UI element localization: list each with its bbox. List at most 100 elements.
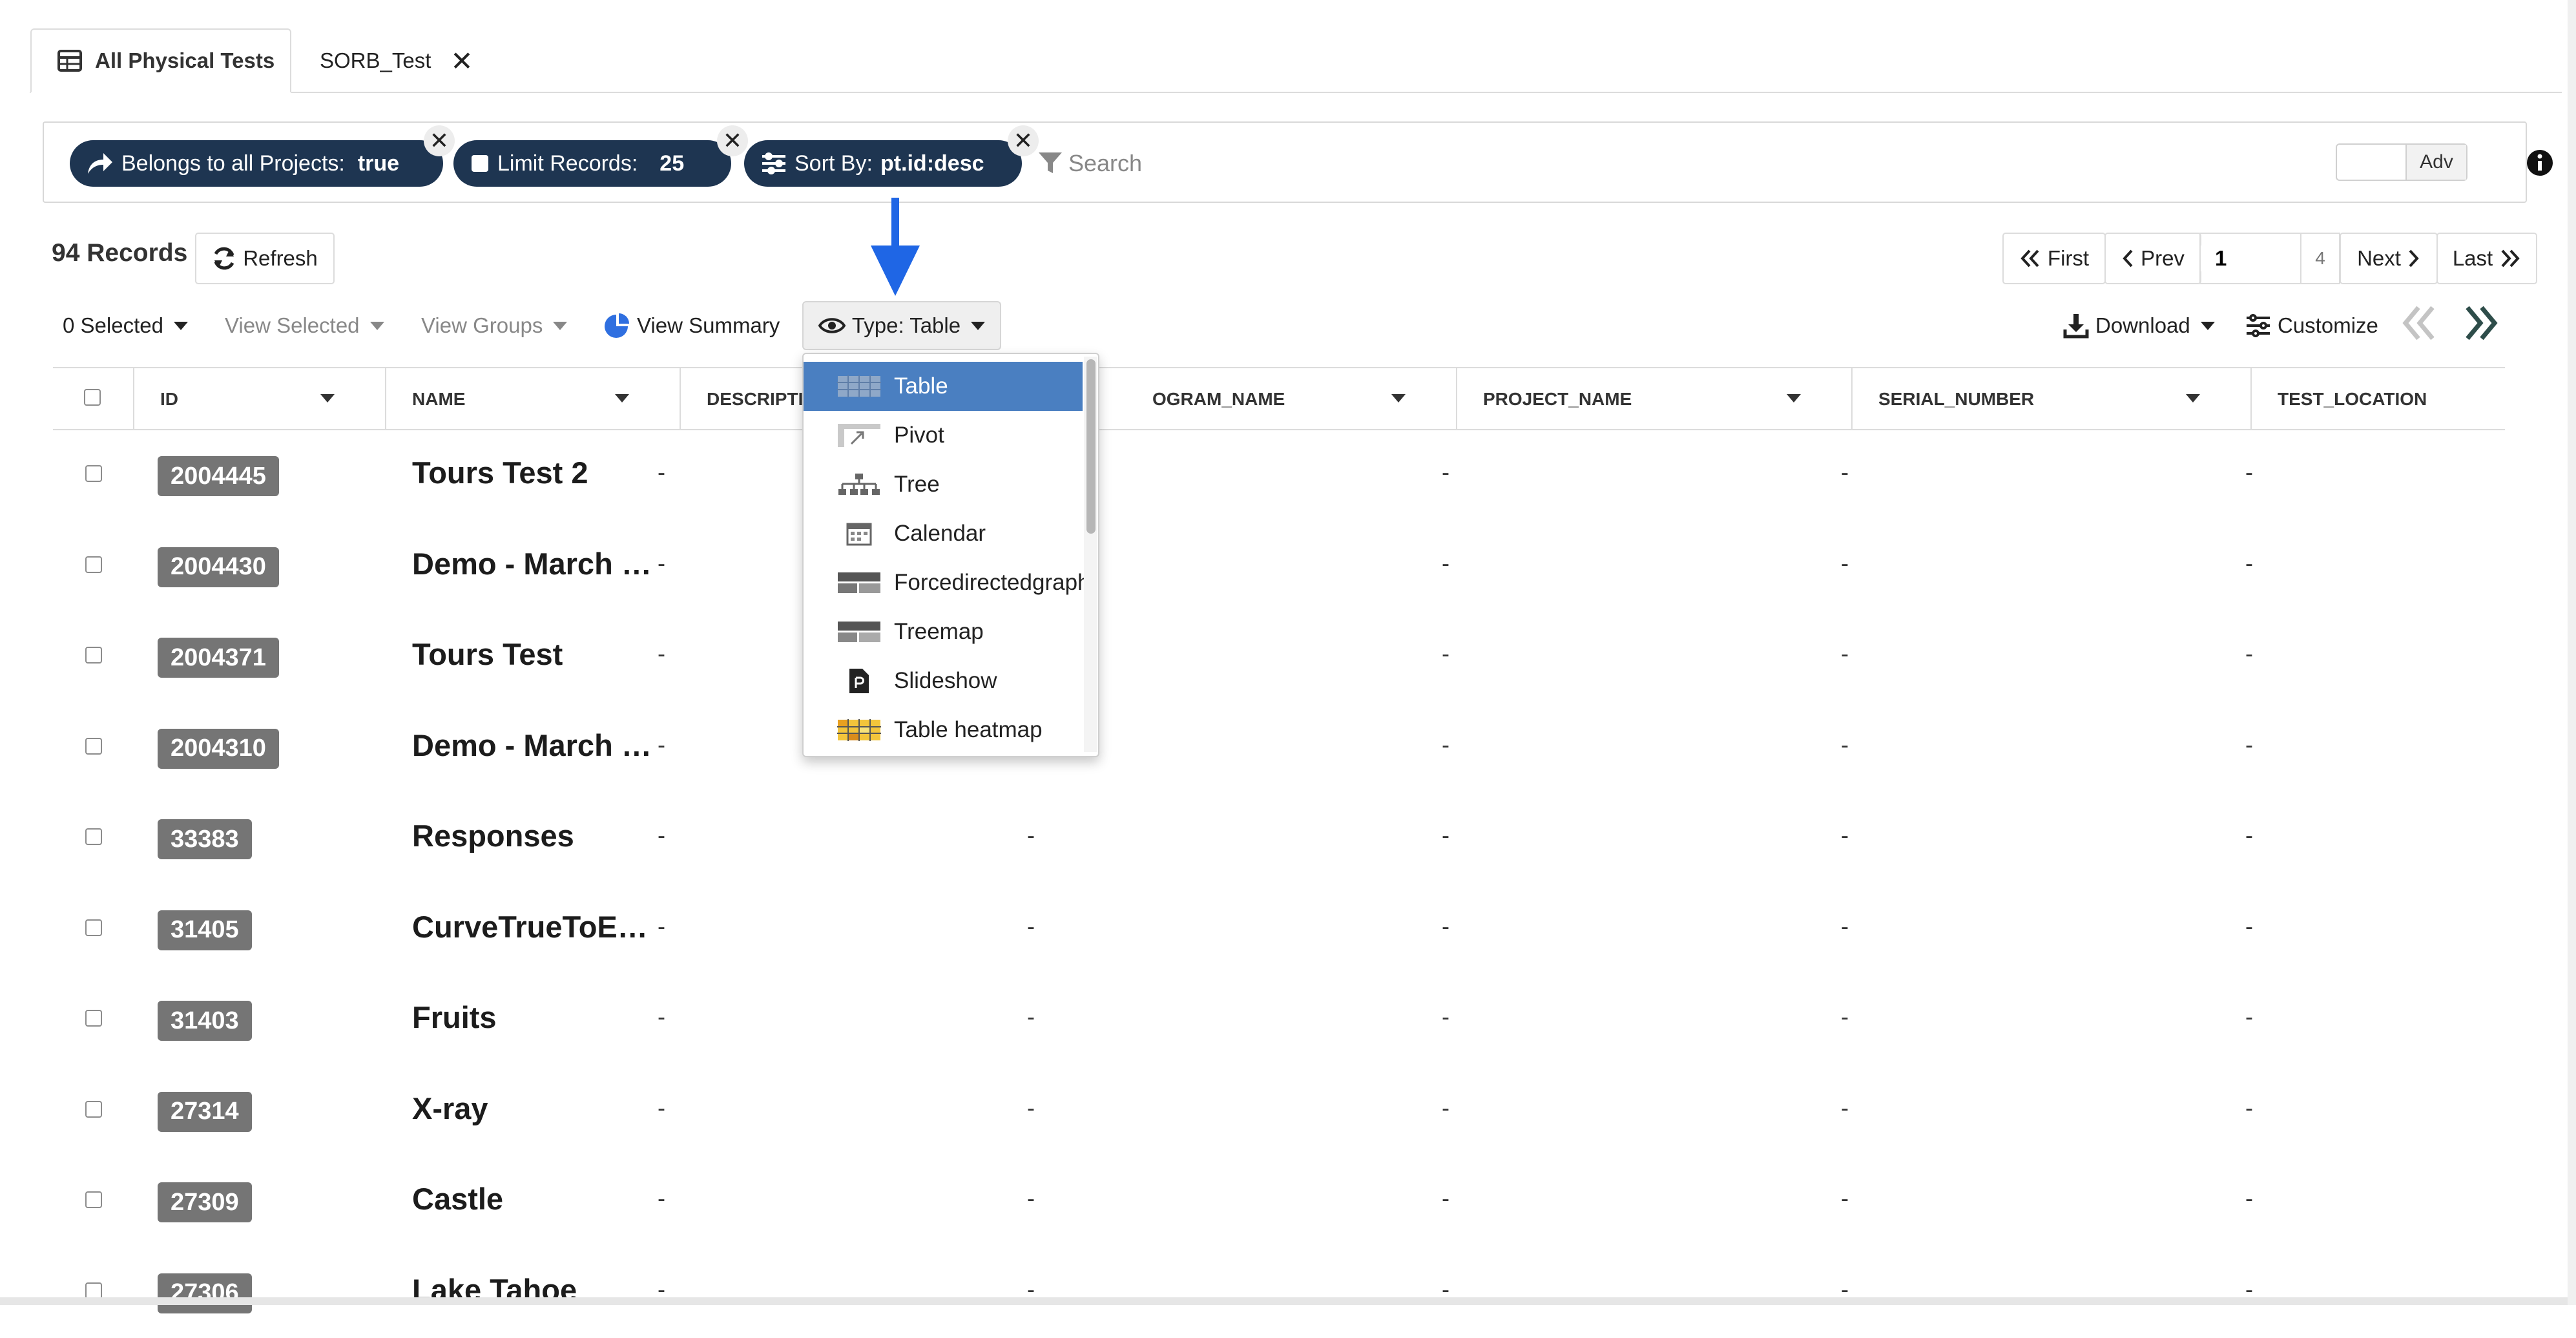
id-badge[interactable]: 2004430: [158, 547, 279, 587]
type-option-table[interactable]: Table: [804, 362, 1083, 411]
column-header-name[interactable]: NAME: [386, 368, 681, 430]
table-row[interactable]: 2004430Demo - March …-----: [53, 521, 2505, 612]
row-checkbox[interactable]: [85, 556, 102, 573]
sort-caret-icon[interactable]: [320, 394, 335, 402]
tab-sorb-test[interactable]: SORB_Test ✕: [320, 28, 473, 93]
dropdown-scroll-thumb[interactable]: [1086, 359, 1096, 534]
row-checkbox[interactable]: [85, 647, 102, 664]
scroll-columns-right-icon[interactable]: [2461, 304, 2500, 342]
row-checkbox[interactable]: [85, 1100, 102, 1118]
view-selected-dropdown[interactable]: View Selected: [225, 309, 384, 342]
type-option-treemap[interactable]: Treemap: [804, 607, 1083, 656]
row-checkbox[interactable]: [85, 1010, 102, 1027]
type-option-table-heatmap[interactable]: Table heatmap: [804, 706, 1083, 755]
adv-label[interactable]: Adv: [2407, 145, 2466, 180]
table-row[interactable]: 27314 X-ray - - - - -: [53, 1066, 2505, 1156]
scroll-columns-left-icon[interactable]: [2400, 304, 2439, 342]
last-page-button[interactable]: Last: [2436, 233, 2537, 284]
tab-all-physical-tests[interactable]: All Physical Tests: [30, 28, 291, 93]
table-row[interactable]: 31403 Fruits - - - - -: [53, 975, 2505, 1065]
refresh-button[interactable]: Refresh: [195, 233, 335, 284]
remove-filter-icon[interactable]: ✕: [1008, 125, 1039, 156]
download-dropdown[interactable]: Download: [2063, 309, 2215, 342]
prev-page-button[interactable]: Prev: [2104, 233, 2201, 284]
option-label: Tree: [894, 472, 940, 497]
close-icon[interactable]: ✕: [450, 45, 473, 77]
table-row[interactable]: 2004310Demo - March …-----: [53, 703, 2505, 793]
id-badge[interactable]: 27309: [158, 1182, 252, 1222]
customize-button[interactable]: Customize: [2245, 309, 2378, 342]
caret-down-icon: [369, 321, 384, 330]
remove-filter-icon[interactable]: ✕: [424, 125, 455, 156]
caret-down-icon: [553, 321, 568, 330]
row-checkbox[interactable]: [85, 465, 102, 482]
adv-toggle[interactable]: Adv: [2336, 143, 2467, 181]
adv-toggle-off[interactable]: [2337, 145, 2407, 180]
id-badge[interactable]: 31403: [158, 1001, 252, 1041]
caret-down-icon: [173, 321, 188, 330]
row-checkbox[interactable]: [85, 828, 102, 845]
search-input[interactable]: [1067, 149, 1651, 178]
row-checkbox[interactable]: [85, 1282, 102, 1299]
id-badge[interactable]: 2004371: [158, 638, 279, 678]
table-row[interactable]: 31405 CurveTrueToE… - - - - -: [53, 884, 2505, 975]
id-badge[interactable]: 31405: [158, 910, 252, 950]
selected-dropdown[interactable]: 0 Selected: [63, 309, 188, 342]
type-option-tree[interactable]: Tree: [804, 460, 1083, 509]
horizontal-scrollbar[interactable]: [0, 1297, 2576, 1305]
id-badge[interactable]: 2004310: [158, 728, 279, 769]
empty-cell: -: [1841, 912, 1849, 939]
next-page-button[interactable]: Next: [2340, 233, 2438, 284]
type-dropdown-button[interactable]: Type: Table: [802, 301, 1001, 350]
type-option-calendar[interactable]: Calendar: [804, 509, 1083, 558]
table-row[interactable]: 27309 Castle - - - - -: [53, 1156, 2505, 1247]
filter-chip-limit[interactable]: Limit Records: 25: [453, 140, 731, 187]
select-all-checkbox[interactable]: [84, 389, 101, 406]
sort-caret-icon[interactable]: [2186, 394, 2200, 402]
column-header-project-name[interactable]: PROJECT_NAME: [1457, 368, 1853, 430]
selected-label: 0 Selected: [63, 313, 163, 337]
info-icon[interactable]: [2526, 149, 2554, 177]
first-page-button[interactable]: First: [2002, 233, 2106, 284]
id-badge[interactable]: 27314: [158, 1091, 252, 1132]
page-number-field: 4: [2199, 233, 2340, 284]
type-dropdown-menu: Table Pivot Tree Calendar Forcedirectedg…: [802, 353, 1099, 757]
table-icon: [837, 373, 881, 399]
type-option-pivot[interactable]: Pivot: [804, 411, 1083, 460]
type-option-forcedirectedgraph[interactable]: Forcedirectedgraph: [804, 558, 1090, 607]
total-pages: 4: [2300, 234, 2339, 283]
row-checkbox[interactable]: [85, 919, 102, 936]
empty-cell: -: [658, 912, 665, 939]
row-checkbox[interactable]: [85, 737, 102, 755]
chip-label: Sort By:: [795, 151, 873, 176]
page-input[interactable]: [2201, 246, 2300, 271]
column-header-serial-number[interactable]: SERIAL_NUMBER: [1853, 368, 2252, 430]
table-row[interactable]: 33383 Responses - - - - -: [53, 793, 2505, 884]
row-checkbox[interactable]: [85, 1191, 102, 1208]
column-header-id[interactable]: ID: [134, 368, 386, 430]
filter-chip-sort[interactable]: Sort By: pt.id:desc: [744, 140, 1022, 187]
sort-caret-icon[interactable]: [1787, 394, 1801, 402]
option-label: Table: [894, 373, 948, 399]
column-header-test-location[interactable]: TEST_LOCATION: [2252, 368, 2505, 430]
empty-cell: -: [1027, 1003, 1035, 1030]
view-groups-dropdown[interactable]: View Groups: [421, 309, 568, 342]
last-label: Last: [2452, 246, 2493, 270]
table-row[interactable]: 27306 Lake Tahoe - - - - -: [53, 1248, 2505, 1338]
id-badge[interactable]: 33383: [158, 819, 252, 859]
view-summary-button[interactable]: View Summary: [603, 309, 780, 342]
double-chevron-right-icon: [2499, 249, 2521, 268]
table-row[interactable]: 2004371Tours Test-----: [53, 612, 2505, 702]
sort-caret-icon[interactable]: [1391, 394, 1406, 402]
next-label: Next: [2357, 246, 2401, 270]
id-badge[interactable]: 27306: [158, 1273, 252, 1313]
vertical-scrollbar[interactable]: [2568, 0, 2576, 1305]
column-header-program-name[interactable]: OGRAM_NAME: [1049, 368, 1457, 430]
remove-filter-icon[interactable]: ✕: [717, 125, 748, 156]
filter-chip-projects[interactable]: Belongs to all Projects: true: [70, 140, 443, 187]
table-row[interactable]: 2004445Tours Test 2-----: [53, 430, 2505, 521]
sort-caret-icon[interactable]: [615, 394, 629, 402]
type-option-slideshow[interactable]: Slideshow: [804, 656, 1083, 706]
empty-cell: -: [1841, 822, 1849, 848]
id-badge[interactable]: 2004445: [158, 456, 279, 496]
